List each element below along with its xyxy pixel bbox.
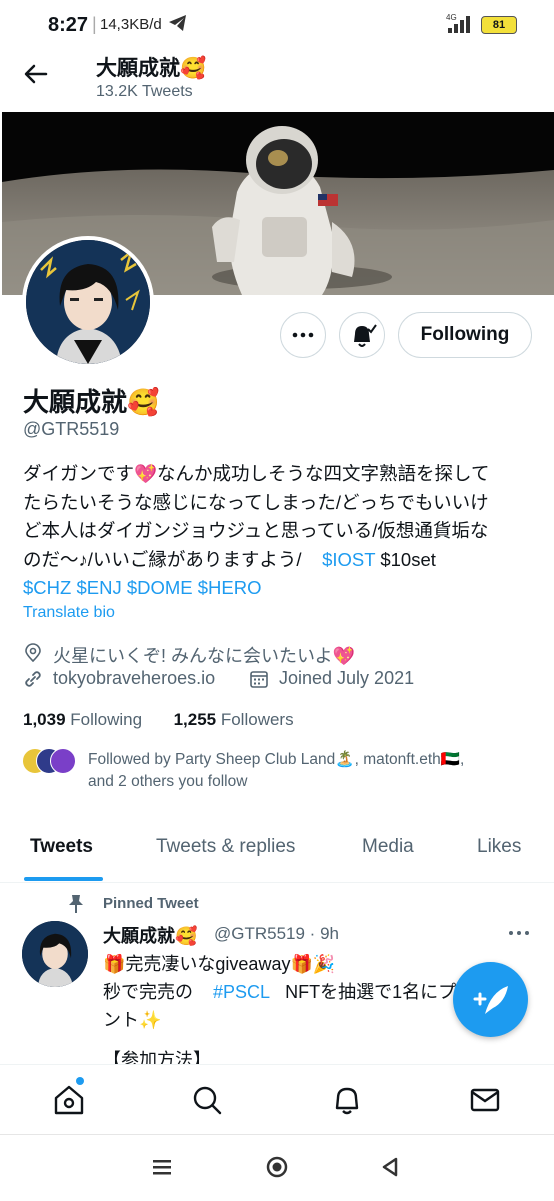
tabs-divider (0, 882, 554, 883)
following-count-link[interactable]: 1,039 Following (23, 710, 142, 729)
telegram-icon (168, 14, 188, 37)
pin-icon (67, 894, 85, 919)
followed-by-line: and 2 others you follow (88, 773, 248, 790)
tweet-author-avatar[interactable] (22, 921, 88, 987)
profile-avatar[interactable] (22, 236, 154, 368)
tab-tweets-replies[interactable]: Tweets & replies (156, 836, 295, 858)
recent-apps-button[interactable] (150, 1157, 174, 1182)
back-system-button[interactable] (378, 1155, 402, 1184)
cashtags-link[interactable]: $CHZ $ENJ $DOME $HERO (23, 574, 533, 603)
tab-likes[interactable]: Likes (477, 836, 521, 858)
pinned-tweet-label: Pinned Tweet (103, 895, 199, 912)
home-system-button[interactable] (265, 1155, 289, 1184)
mail-icon (470, 1088, 500, 1112)
network-speed: 14,3KB/d (100, 16, 162, 33)
header-tweet-count: 13.2K Tweets (96, 83, 193, 100)
menu-lines-icon (153, 1160, 171, 1175)
location-icon (23, 643, 43, 668)
followed-by-avatars[interactable] (22, 748, 80, 774)
followers-label: Followers (220, 710, 294, 729)
new-content-dot (76, 1077, 84, 1085)
bio-line: ダイガンです💖なんか成功しそうな四文字熟語を探して (23, 463, 490, 484)
signal-icon (444, 14, 474, 39)
circle-home-icon (266, 1156, 288, 1178)
followers-count: 1,255 (173, 710, 217, 729)
avatar-image (26, 240, 150, 364)
active-tab-indicator (24, 877, 103, 881)
followers-count-link[interactable]: 1,255 Followers (174, 710, 294, 729)
compose-feather-icon (473, 986, 508, 1014)
profile-name: 大願成就🥰 (23, 387, 160, 417)
profile-joined-date: Joined July 2021 (279, 668, 415, 688)
link-icon (23, 669, 43, 694)
nav-search-button[interactable] (190, 1083, 224, 1122)
home-icon (54, 1085, 84, 1115)
bio-text: のだ〜♪/いいご縁がありますよう/ (23, 548, 302, 570)
calendar-icon (249, 669, 269, 694)
mini-avatar (50, 748, 76, 774)
cashtag-iost[interactable]: $IOST (322, 549, 375, 570)
profile-handle: @GTR5519 (23, 419, 120, 439)
more-options-button[interactable] (280, 312, 326, 358)
status-bar: 8:27 | 14,3KB/d 4G 81 (0, 0, 554, 50)
status-separator: | (92, 14, 97, 34)
system-nav-bar (0, 1134, 554, 1201)
hashtag-link[interactable]: #PSCL (213, 982, 270, 1002)
follow-counts: 1,039 Following 1,255 Followers (23, 710, 294, 730)
search-icon (193, 1086, 222, 1115)
following-label: Following (70, 710, 143, 729)
bio-line: のだ〜♪/いいご縁がありますよう/ $IOST $10set (23, 546, 533, 575)
bio-line: ど本人はダイガンジョウジュと思っている/仮想通貨垢な (23, 520, 489, 541)
compose-tweet-button[interactable] (453, 962, 528, 1037)
bottom-nav-bar (0, 1064, 554, 1135)
battery-icon: 81 (481, 16, 517, 34)
status-time: 8:27 (48, 14, 89, 36)
back-button[interactable] (22, 60, 50, 88)
triangle-back-icon (382, 1157, 398, 1177)
tweet-text-segment: NFTを抽選で1名にプ (285, 982, 457, 1002)
translate-bio-link[interactable]: Translate bio (23, 604, 115, 622)
arrow-left-icon (24, 64, 48, 84)
nav-messages-button[interactable] (468, 1083, 502, 1122)
more-dots-icon (292, 332, 314, 338)
tweet-handle-time: @GTR5519 · 9h (214, 924, 339, 943)
tweet-author-name[interactable]: 大願成就🥰 (103, 922, 197, 948)
bell-icon (335, 1087, 359, 1115)
tweet-more-button[interactable] (508, 922, 530, 943)
profile-location: 火星にいくぞ! みんなに会いたいよ💖 (53, 646, 356, 666)
following-count: 1,039 (23, 710, 66, 729)
profile-website-link[interactable]: tokyobraveheroes.io (53, 668, 215, 689)
avatar-image (22, 921, 88, 987)
profile-bio: ダイガンです💖なんか成功しそうな四文字熟語を探して たらたいそうな感じになってし… (23, 460, 533, 603)
following-button[interactable]: Following (398, 312, 532, 358)
followed-by-text[interactable]: Followed by Party Sheep Club Land🏝️, mat… (88, 749, 528, 793)
tab-tweets[interactable]: Tweets (30, 836, 93, 858)
tab-media[interactable]: Media (362, 836, 414, 858)
followed-by-line: Followed by Party Sheep Club Land🏝️, mat… (88, 751, 465, 768)
bio-text: $10set (380, 548, 436, 570)
nav-notifications-button[interactable] (330, 1083, 364, 1122)
notifications-bell-button[interactable] (339, 312, 385, 358)
nav-home-button[interactable] (52, 1077, 86, 1122)
bell-check-icon (354, 324, 377, 347)
bio-line: たらたいそうな感じになってしまった/どっちでもいいけ (23, 491, 489, 513)
header-title: 大願成就🥰 (96, 57, 207, 80)
tweet-text-segment: 秒で完売の (103, 982, 193, 1002)
more-dots-icon (509, 931, 529, 935)
